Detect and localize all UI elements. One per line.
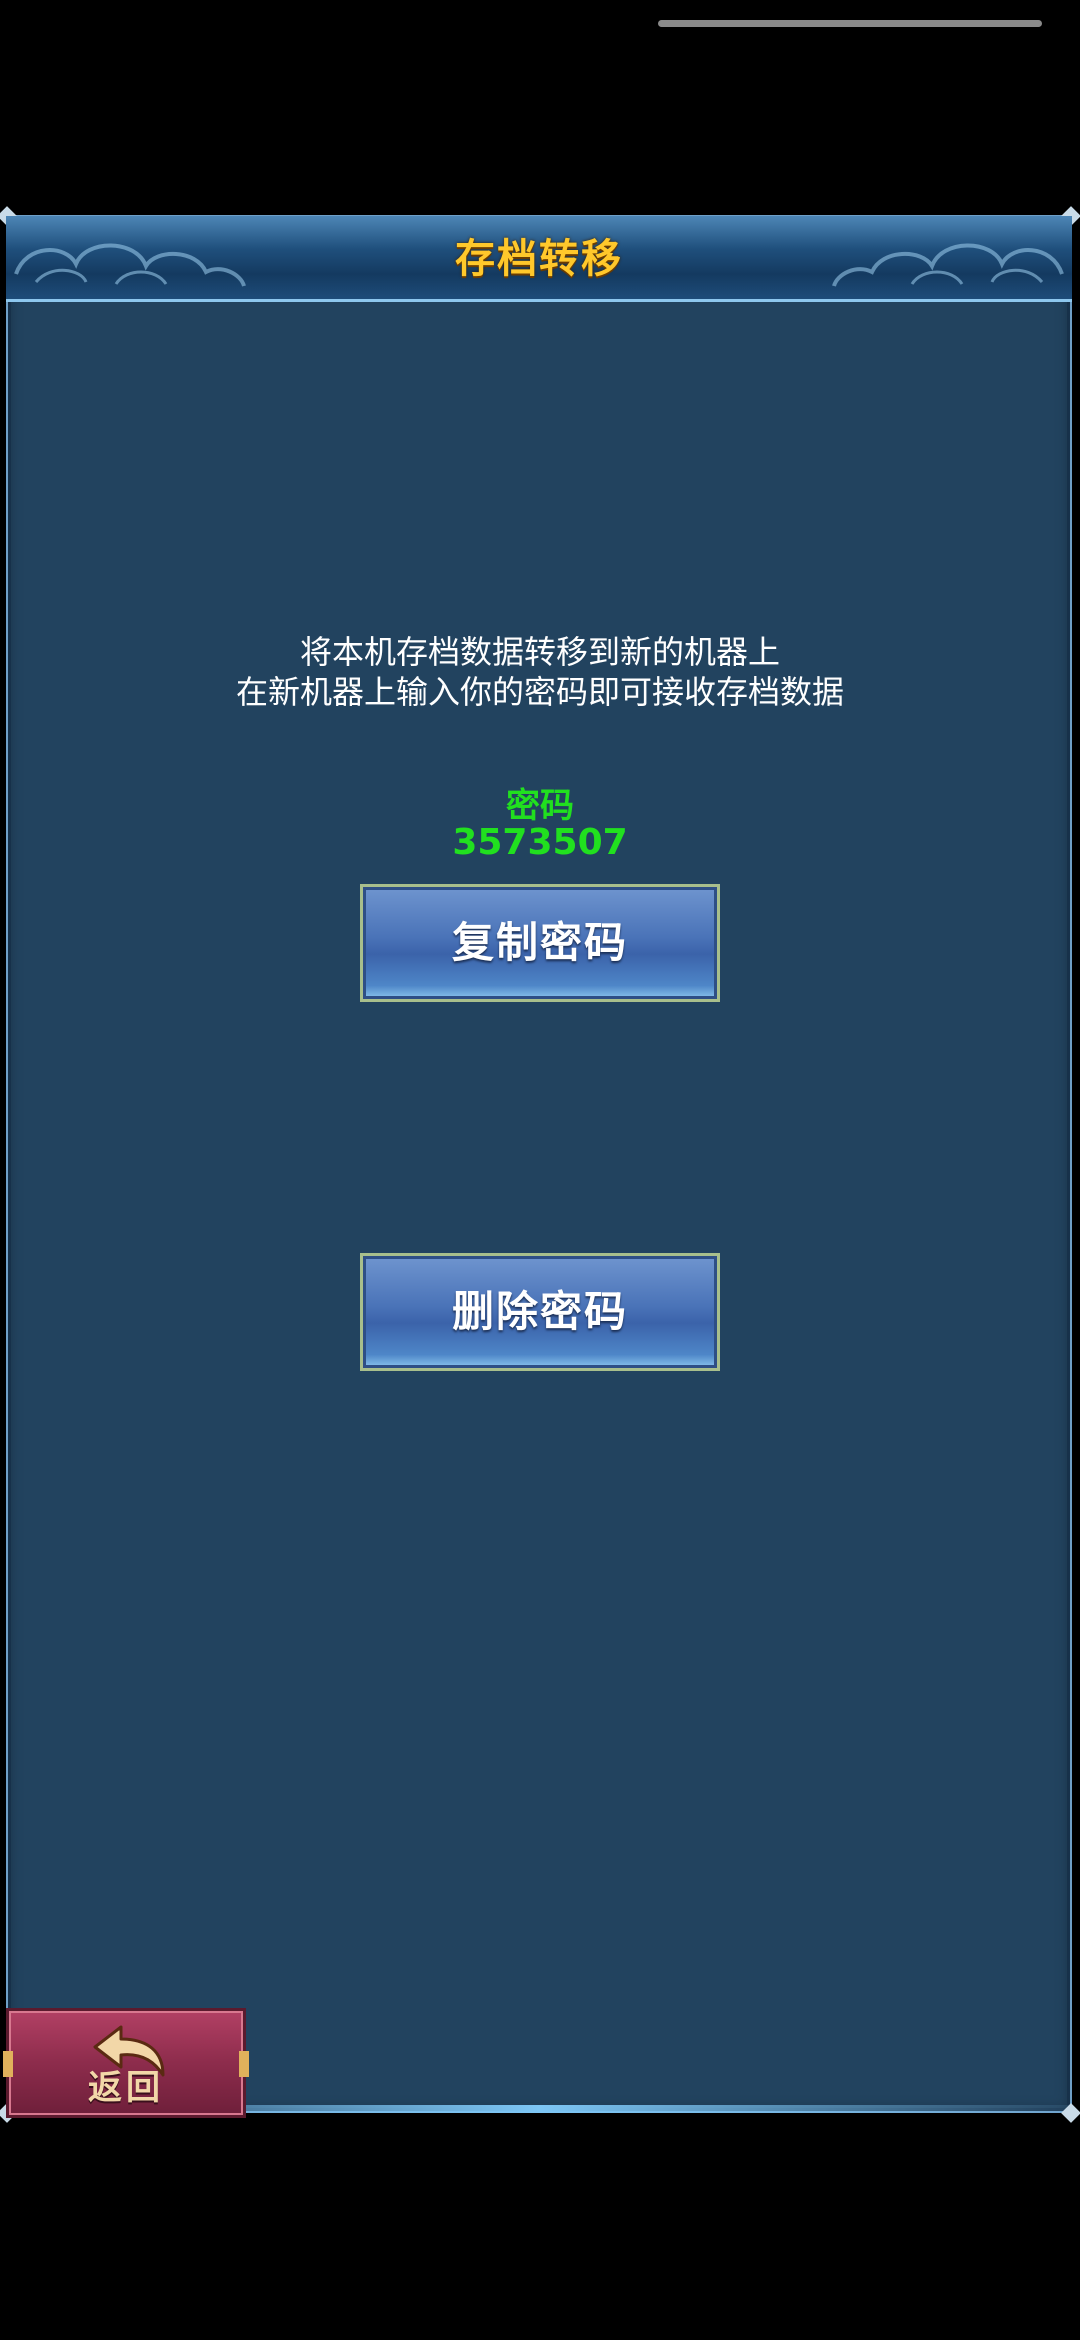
description-line-2: 在新机器上输入你的密码即可接收存档数据: [235, 673, 844, 711]
save-transfer-panel: [6, 215, 1072, 2113]
copy-password-button[interactable]: 复制密码: [360, 884, 720, 1002]
game-screen: 存档转移 将本机存档数据转移到新的机器上 在新机器上输入你的密码即可接收存档数据…: [0, 0, 1080, 2340]
back-button[interactable]: 返回: [3, 2008, 249, 2118]
home-indicator[interactable]: [658, 20, 1042, 27]
password-label: 密码: [506, 786, 574, 826]
password-value: 3573507: [452, 822, 628, 863]
title-bar: 存档转移: [6, 216, 1072, 302]
back-label: 返回: [88, 2068, 164, 2108]
dialog-title: 存档转移: [455, 236, 623, 282]
description-line-1: 将本机存档数据转移到新的机器上: [299, 633, 780, 671]
delete-password-button[interactable]: 删除密码: [360, 1253, 720, 1371]
